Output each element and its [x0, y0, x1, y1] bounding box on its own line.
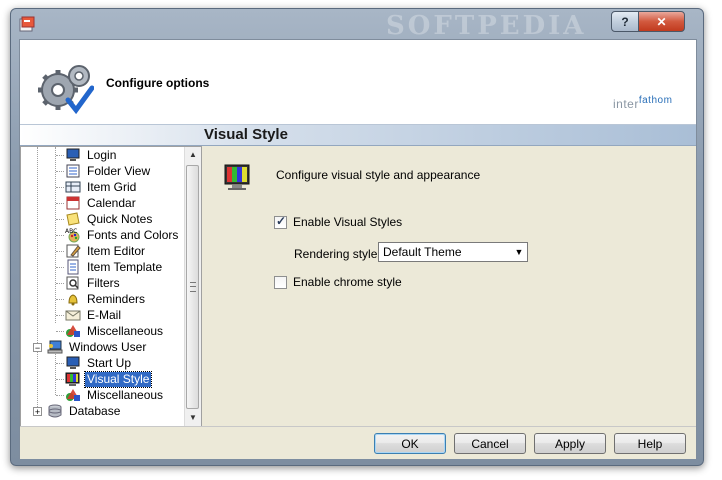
visual-style-icon: [65, 372, 80, 386]
tree-guide-line: [56, 267, 64, 268]
tree-guide-line: [56, 395, 64, 396]
tree-guide-line: [56, 251, 64, 252]
envelope-icon: [65, 310, 81, 321]
tree-item-windows-user[interactable]: Windows User: [47, 339, 148, 355]
tree-guide-line: [37, 147, 38, 409]
shapes-icon: [66, 325, 80, 337]
tree-item-calendar[interactable]: Calendar: [65, 195, 138, 211]
tree-guide-line: [56, 379, 64, 380]
section-bar: Visual Style: [20, 124, 696, 146]
cancel-button[interactable]: Cancel: [454, 433, 526, 454]
tree-item-e-mail[interactable]: E-Mail: [65, 307, 123, 323]
scroll-thumb[interactable]: [186, 165, 199, 409]
rendering-style-value: Default Theme: [383, 245, 462, 259]
calendar-icon: [66, 196, 80, 210]
tree-item-start-up[interactable]: Start Up: [65, 355, 133, 371]
svg-text:ABC: ABC: [65, 228, 77, 235]
enable-visual-styles-checkbox[interactable]: [274, 214, 287, 229]
tree-guide-line: [56, 299, 64, 300]
app-icon: [19, 16, 35, 32]
rendering-style-label: Rendering style:: [294, 247, 381, 261]
title-close-button[interactable]: ✕: [638, 11, 685, 32]
options-window: SOFTPEDIA ? ✕ Configure options interfat…: [10, 8, 704, 466]
tree-scrollbar[interactable]: ▲ ▼: [184, 147, 201, 426]
template-icon: [67, 259, 79, 275]
gears-icon: [38, 65, 94, 114]
tree-guide-line: [56, 363, 64, 364]
panel-description: Configure visual style and appearance: [276, 168, 481, 182]
brand-logo: interfathom: [613, 95, 672, 111]
tree-guide-line: [56, 155, 64, 156]
user-icon: [47, 340, 63, 354]
tree-item-item-template[interactable]: Item Template: [65, 259, 164, 275]
tree-guide-line: [56, 219, 64, 220]
tree-guide-line: [56, 235, 64, 236]
tree-item-quick-notes[interactable]: Quick Notes: [65, 211, 154, 227]
notes-icon: [66, 212, 80, 226]
enable-chrome-label: Enable chrome style: [293, 275, 402, 289]
dialog-header: Configure options interfathom: [20, 40, 696, 124]
tree-guide-line: [56, 187, 64, 188]
bell-icon: [68, 294, 78, 306]
tree-item-miscellaneous-2[interactable]: Miscellaneous: [65, 387, 165, 403]
tree-item-folder-view[interactable]: Folder View: [65, 163, 152, 179]
scroll-up-arrow-icon[interactable]: ▲: [185, 147, 201, 163]
section-title: Visual Style: [204, 126, 288, 143]
watermark: SOFTPEDIA: [386, 11, 587, 41]
dialog-footer: OK Cancel Apply Help: [20, 426, 696, 459]
enable-chrome-row[interactable]: Enable chrome style: [274, 274, 402, 290]
enable-chrome-checkbox[interactable]: [274, 275, 287, 289]
tree-item-miscellaneous[interactable]: Miscellaneous: [65, 323, 165, 339]
tree-item-item-grid[interactable]: Item Grid: [65, 179, 138, 195]
rendering-style-select[interactable]: Default Theme ▼: [378, 242, 528, 262]
monitor-icon: [66, 356, 80, 369]
tree-item-fonts-and-colors[interactable]: ABC Fonts and Colors: [65, 227, 180, 243]
editor-icon: [66, 244, 81, 258]
tree-item-visual-style[interactable]: Visual Style: [65, 370, 153, 388]
login-icon: [66, 148, 80, 161]
grid-icon: [65, 181, 81, 193]
tree-guide-line: [56, 171, 64, 172]
apply-button[interactable]: Apply: [534, 433, 606, 454]
tree-item-reminders[interactable]: Reminders: [65, 291, 147, 307]
ok-button[interactable]: OK: [374, 433, 446, 454]
filter-icon: [66, 276, 79, 290]
enable-visual-styles-label: Enable Visual Styles: [293, 215, 403, 229]
shapes-icon: [66, 389, 80, 401]
title-bar[interactable]: SOFTPEDIA ? ✕: [11, 9, 703, 41]
tree-guide-line: [56, 331, 64, 332]
options-tree[interactable]: − + Login Folder View Item Grid Calendar…: [20, 146, 202, 427]
visual-style-icon: [224, 164, 250, 190]
logo-part-inter: inter: [613, 97, 639, 111]
header-title: Configure options: [106, 76, 210, 90]
scroll-down-arrow-icon[interactable]: ▼: [185, 410, 201, 426]
logo-part-fathom: fathom: [638, 95, 673, 106]
fonts-icon: ABC: [65, 228, 80, 243]
tree-guide-line: [56, 315, 64, 316]
grip-icon: [190, 282, 196, 292]
tree-expand-database[interactable]: +: [33, 407, 42, 417]
dialog-client: Configure options interfathom Visual Sty…: [19, 39, 697, 459]
folder-view-icon: [66, 164, 80, 178]
tree-item-database[interactable]: Database: [47, 403, 122, 419]
database-icon: [48, 404, 62, 418]
tree-item-login[interactable]: Login: [65, 147, 118, 163]
tree-item-item-editor[interactable]: Item Editor: [65, 243, 147, 259]
help-button[interactable]: Help: [614, 433, 686, 454]
tree-item-filters[interactable]: Filters: [65, 275, 122, 291]
title-help-button[interactable]: ?: [611, 11, 639, 32]
tree-guide-line: [56, 283, 64, 284]
chevron-down-icon[interactable]: ▼: [511, 247, 527, 257]
enable-visual-styles-row[interactable]: Enable Visual Styles: [274, 214, 402, 230]
tree-collapse-windows-user[interactable]: −: [33, 343, 42, 353]
tree-guide-line: [56, 203, 64, 204]
settings-panel: Configure visual style and appearance En…: [206, 146, 696, 425]
